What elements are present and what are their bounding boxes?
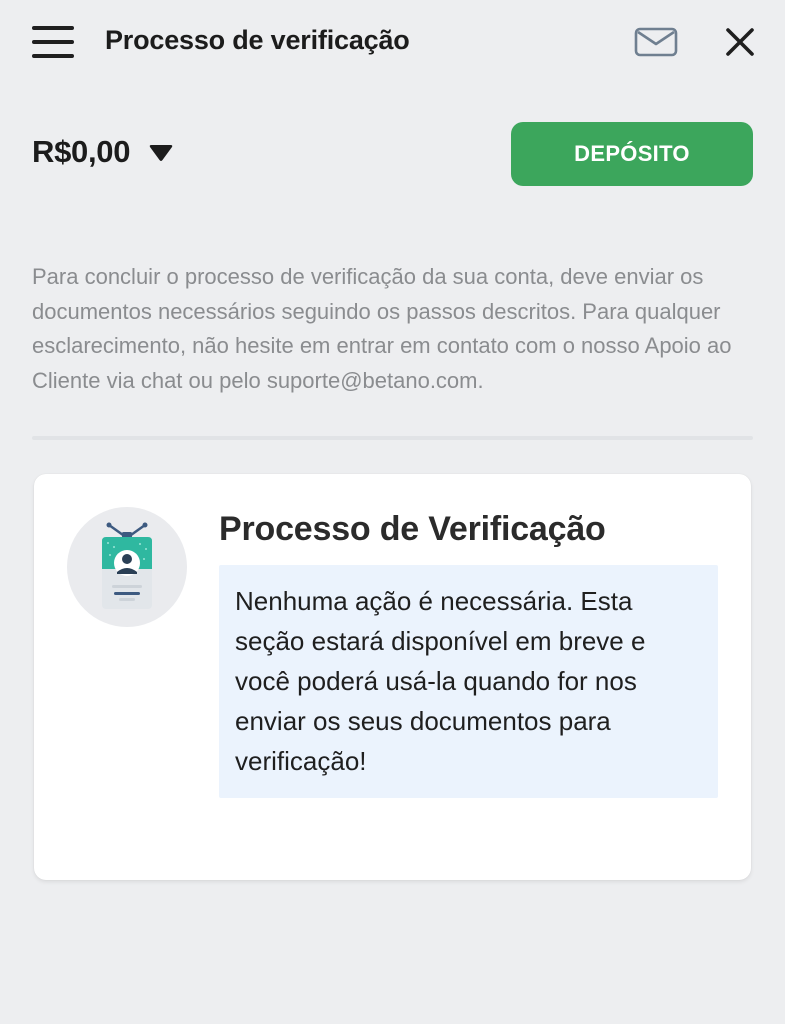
balance-toggle[interactable]: R$0,00 [32, 134, 174, 170]
menu-line [32, 40, 74, 44]
verification-badge [67, 507, 187, 627]
divider [32, 436, 753, 440]
mail-icon[interactable] [634, 25, 678, 59]
notice-message: Nenhuma ação é necessária. Esta seção es… [219, 565, 718, 798]
top-bar: Processo de verificação [0, 0, 785, 84]
menu-line [32, 54, 74, 58]
card-title: Processo de Verificação [219, 510, 606, 548]
deposit-button[interactable]: DEPÓSITO [511, 122, 753, 186]
intro-text: Para concluir o processo de verificação … [32, 264, 732, 393]
caret-down-icon [149, 145, 173, 161]
menu-line [32, 26, 74, 30]
balance-amount: R$0,00 [32, 134, 131, 169]
hamburger-menu-icon[interactable] [32, 24, 74, 60]
page-title: Processo de verificação [105, 25, 410, 55]
id-badge-icon [102, 522, 152, 609]
close-icon[interactable] [724, 26, 756, 58]
verification-card: Processo de Verificação Nenhuma ação é n… [34, 474, 751, 880]
